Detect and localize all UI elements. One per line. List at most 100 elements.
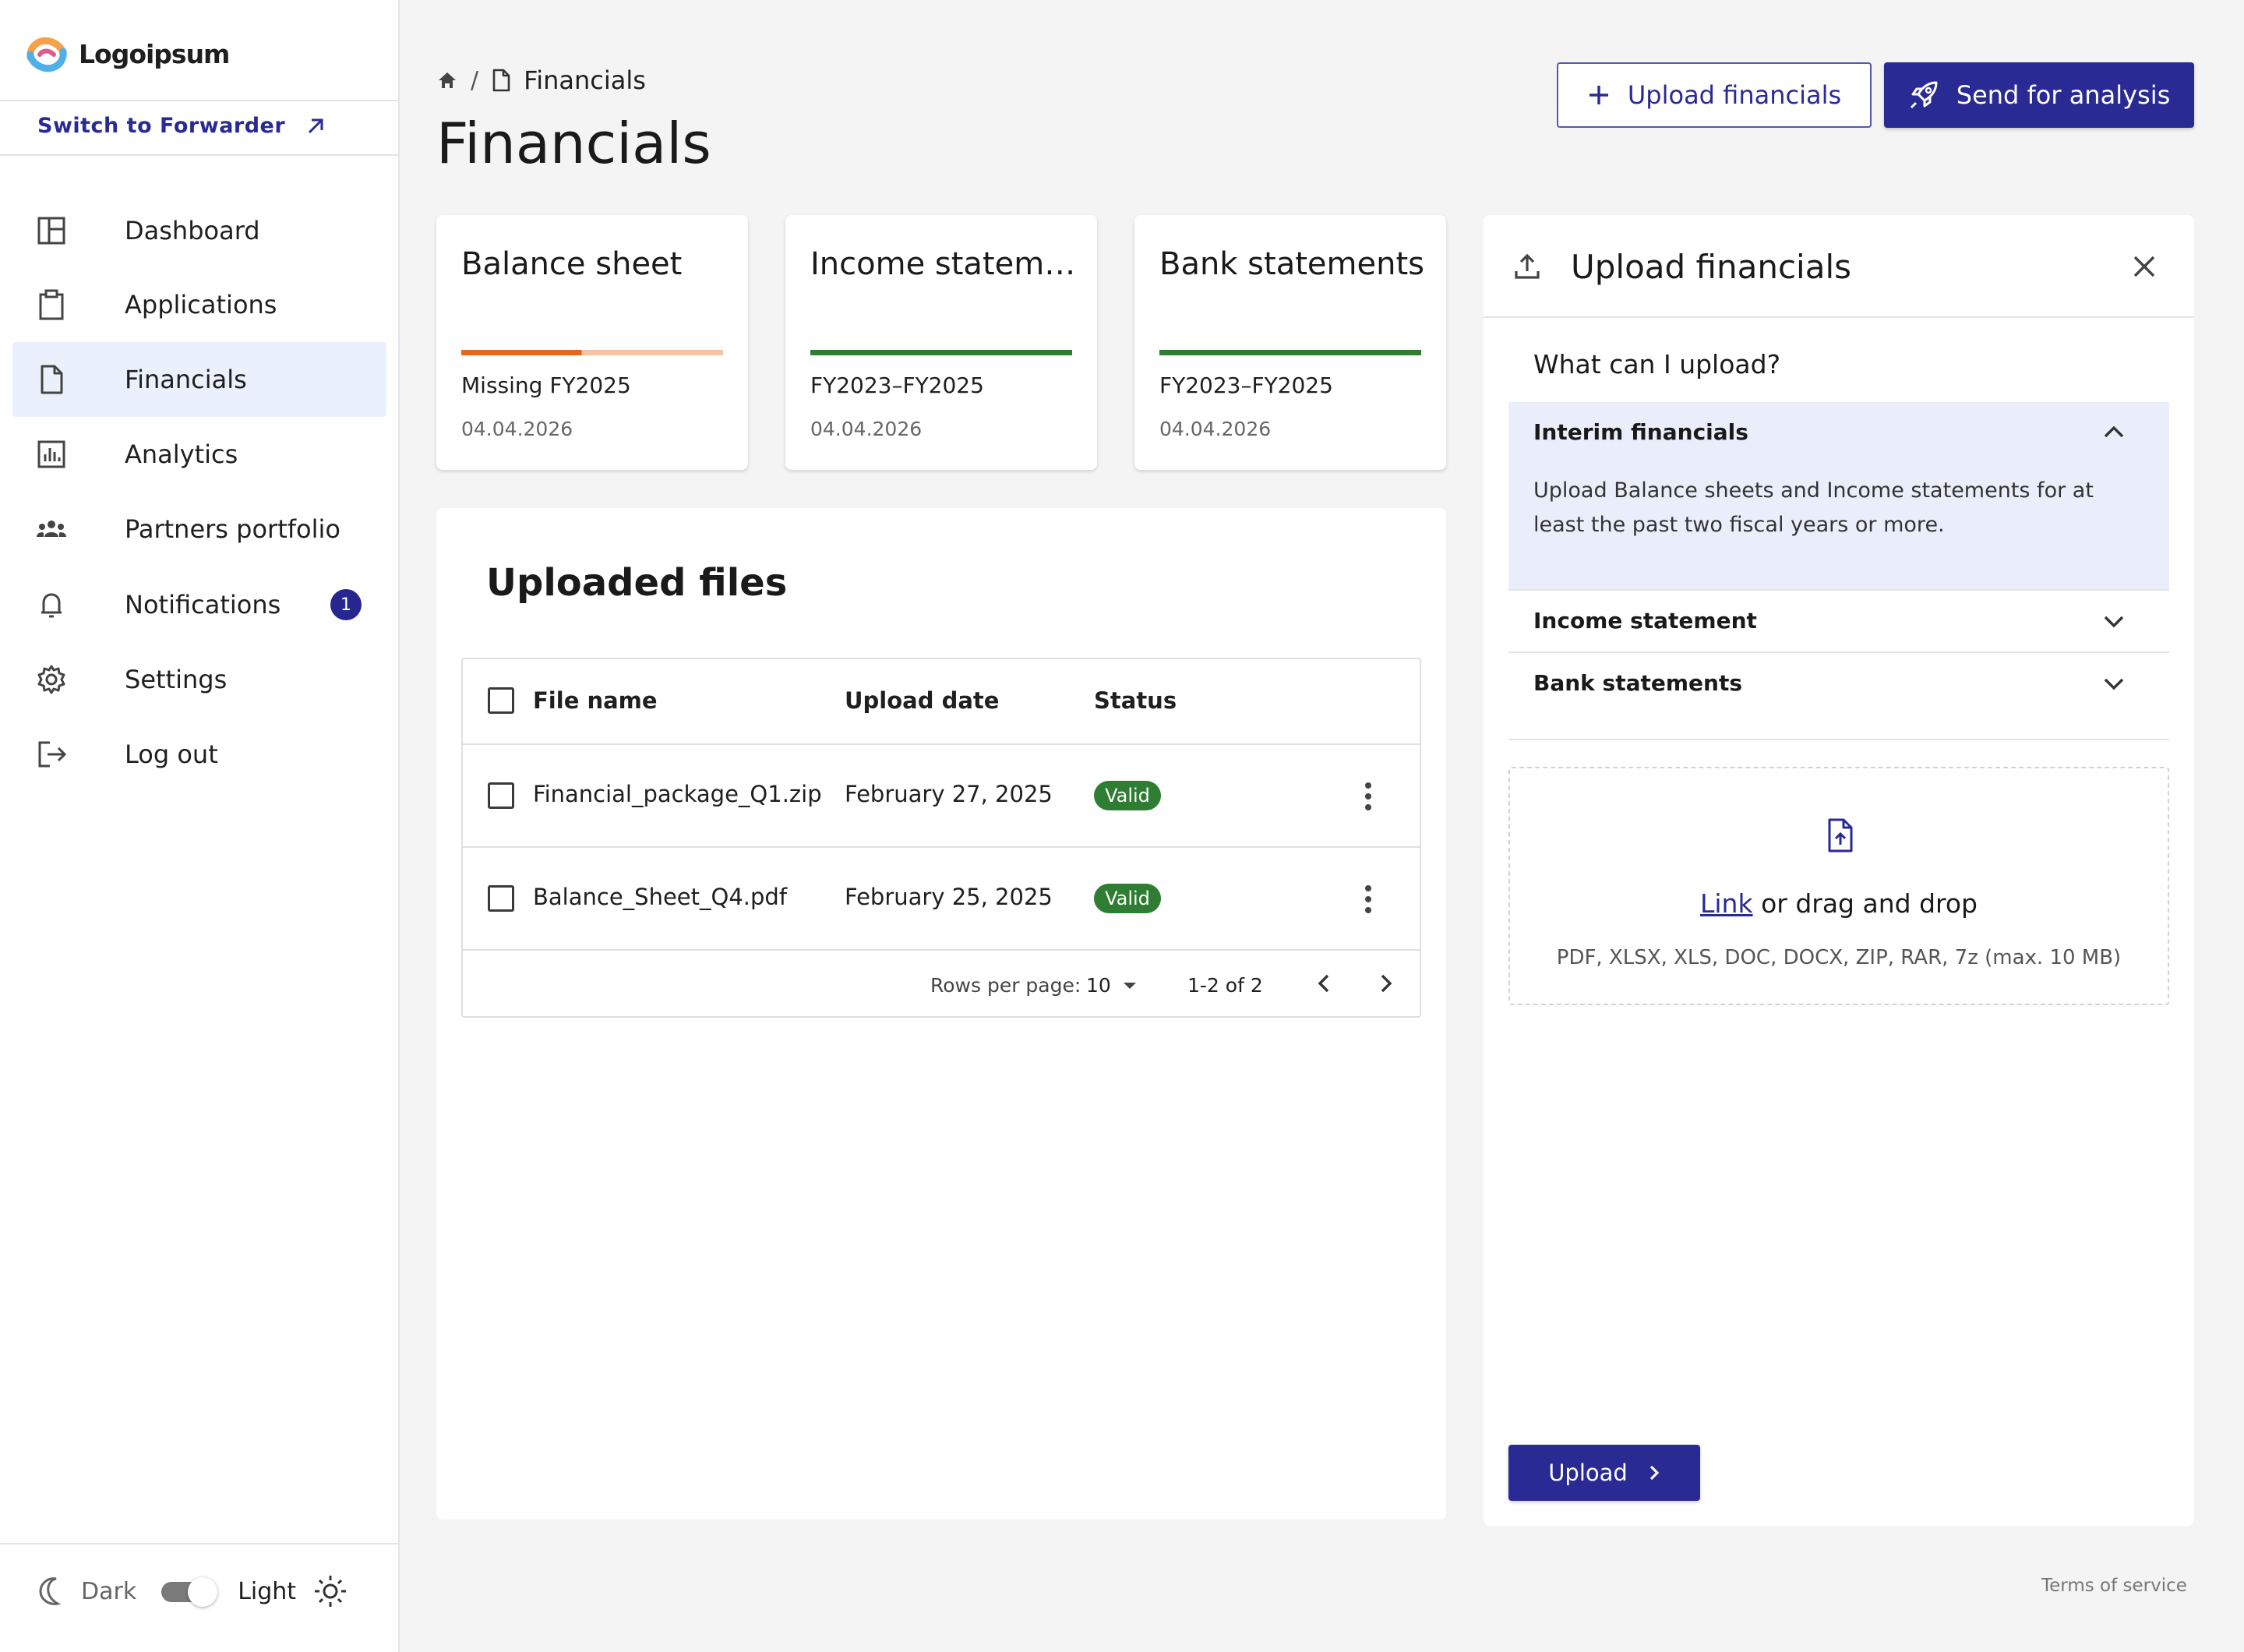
moon-icon: [39, 1577, 62, 1605]
sidebar-item-applications[interactable]: Applications: [12, 267, 386, 342]
card-date: 04.04.2026: [810, 418, 923, 440]
dropzone-text: or drag and drop: [1752, 888, 1978, 919]
file-upload-icon: [1828, 818, 1853, 852]
upload-panel-title: Upload financials: [1571, 248, 1851, 286]
sidebar-item-partners-portfolio[interactable]: Partners portfolio: [12, 492, 386, 567]
card-progress-bar: [461, 350, 723, 355]
sidebar-item-notifications[interactable]: Notifications 1: [12, 567, 386, 642]
card-title: Income statements: [810, 246, 1079, 282]
summary-card-balance-sheet[interactable]: Balance sheet Missing FY2025 04.04.2026: [436, 215, 748, 470]
column-header-file-name[interactable]: File name: [533, 687, 658, 714]
close-icon[interactable]: [2130, 252, 2158, 281]
card-title: Balance sheet: [461, 246, 683, 282]
accordion-body: Upload Balance sheets and Income stateme…: [1533, 478, 2094, 537]
sidebar-item-settings[interactable]: Settings: [12, 642, 386, 717]
table-row[interactable]: Balance_Sheet_Q4.pdf February 25, 2025 V…: [463, 848, 1420, 951]
terms-of-service-link[interactable]: Terms of service: [2041, 1576, 2187, 1596]
chevron-down-icon[interactable]: [2102, 614, 2126, 630]
theme-toggle[interactable]: [161, 1577, 218, 1607]
document-icon: [41, 365, 63, 394]
accordion-bank-statements[interactable]: Bank statements: [1508, 653, 2169, 740]
rows-per-page-select[interactable]: 10: [1086, 974, 1138, 997]
sidebar-item-label: Financials: [125, 365, 247, 394]
column-header-upload-date[interactable]: Upload date: [845, 687, 999, 714]
row-checkbox[interactable]: [488, 885, 514, 912]
sidebar-item-label: Analytics: [125, 439, 238, 469]
sidebar-item-dashboard[interactable]: Dashboard: [12, 193, 386, 268]
chevron-down-icon[interactable]: [2102, 676, 2126, 692]
sidebar-item-log-out[interactable]: Log out: [12, 717, 386, 792]
dropzone-link[interactable]: Link: [1700, 888, 1753, 919]
switch-to-forwarder-link[interactable]: Switch to Forwarder: [37, 114, 326, 138]
caret-down-icon: [1123, 982, 1136, 989]
chevron-right-icon[interactable]: [1374, 971, 1396, 996]
dropzone-formats: PDF, XLSX, XLS, DOC, DOCX, ZIP, RAR, 7z …: [1556, 946, 2122, 969]
card-date: 04.04.2026: [1159, 418, 1272, 440]
send-for-analysis-button[interactable]: Send for analysis: [1884, 62, 2194, 128]
document-icon: [492, 69, 510, 92]
home-icon[interactable]: [436, 69, 458, 91]
logout-icon: [38, 741, 67, 768]
people-icon: [37, 521, 66, 537]
card-progress-bar: [1159, 350, 1421, 355]
file-name-cell: Balance_Sheet_Q4.pdf: [533, 884, 788, 910]
bar-chart-icon: [37, 440, 65, 468]
accordion-title: Interim financials: [1533, 419, 1748, 445]
card-status: Missing FY2025: [461, 372, 631, 398]
uploaded-files-title: Uploaded files: [486, 561, 788, 605]
theme-dark-label: Dark: [81, 1577, 137, 1605]
upload-icon: [1515, 253, 1540, 279]
toggle-knob: [188, 1577, 218, 1607]
card-status: FY2023–FY2025: [1159, 372, 1333, 398]
more-vertical-icon[interactable]: [1359, 884, 1378, 915]
rows-per-page-label: Rows per page:: [930, 974, 1081, 997]
rocket-icon: [1910, 81, 1938, 109]
page-title: Financials: [436, 111, 711, 176]
table-row[interactable]: Financial_package_Q1.zip February 27, 20…: [463, 745, 1420, 848]
summary-card-bank-statements[interactable]: Bank statements FY2023–FY2025 04.04.2026: [1134, 215, 1446, 470]
file-drop-zone[interactable]: Link or drag and drop PDF, XLSX, XLS, DO…: [1508, 767, 2169, 1005]
bell-icon: [41, 593, 62, 618]
sidebar-item-label: Log out: [125, 740, 218, 769]
clipboard-icon: [39, 289, 64, 320]
upload-button-label: Upload: [1548, 1460, 1628, 1486]
upload-financials-panel: Upload financials What can I upload? Int…: [1484, 215, 2194, 1526]
plus-icon: [1589, 86, 1608, 104]
column-header-status[interactable]: Status: [1094, 687, 1177, 714]
card-title: Bank statements: [1159, 246, 1424, 282]
select-all-checkbox[interactable]: [488, 687, 514, 714]
chevron-left-icon[interactable]: [1314, 971, 1335, 996]
uploaded-files-panel: Uploaded files File name Upload date Sta…: [436, 508, 1446, 1520]
send-for-analysis-label: Send for analysis: [1956, 80, 2171, 110]
sun-icon: [315, 1576, 347, 1607]
sidebar-item-label: Partners portfolio: [125, 514, 340, 544]
breadcrumb-separator: /: [471, 66, 479, 94]
brand-logo[interactable]: Logoipsum: [24, 34, 230, 73]
status-badge: Valid: [1094, 884, 1161, 913]
table-header: File name Upload date Status: [463, 659, 1420, 745]
breadcrumb: / Financials: [436, 65, 646, 95]
summary-card-income-statements[interactable]: Income statements FY2023–FY2025 04.04.20…: [785, 215, 1097, 470]
what-can-i-upload-title: What can I upload?: [1533, 349, 1781, 379]
accordion-title: Bank statements: [1533, 670, 1743, 696]
accordion-interim-financials[interactable]: Interim financials Upload Balance sheets…: [1508, 402, 2169, 589]
sidebar-divider: [0, 100, 398, 101]
more-vertical-icon[interactable]: [1359, 781, 1378, 812]
upload-date-cell: February 25, 2025: [845, 884, 1053, 910]
accordion-title: Income statement: [1533, 608, 1757, 634]
accordion-income-statement[interactable]: Income statement: [1508, 589, 2169, 653]
sidebar-item-analytics[interactable]: Analytics: [12, 417, 386, 492]
chevron-up-icon[interactable]: [2102, 424, 2126, 439]
sidebar-item-financials[interactable]: Financials: [12, 342, 386, 417]
card-progress-bar: [810, 350, 1072, 355]
table-pagination: Rows per page: 10 1-2 of 2: [463, 951, 1420, 1018]
upload-financials-button[interactable]: Upload financials: [1557, 62, 1872, 128]
upload-button[interactable]: Upload: [1508, 1445, 1700, 1501]
row-checkbox[interactable]: [488, 782, 514, 809]
rows-per-page-value: 10: [1086, 974, 1111, 997]
theme-light-label: Light: [238, 1577, 297, 1605]
sidebar-item-label: Applications: [125, 290, 277, 319]
breadcrumb-current: Financials: [524, 65, 646, 95]
notification-count-badge: 1: [330, 589, 362, 620]
switch-link-label: Switch to Forwarder: [37, 114, 286, 138]
